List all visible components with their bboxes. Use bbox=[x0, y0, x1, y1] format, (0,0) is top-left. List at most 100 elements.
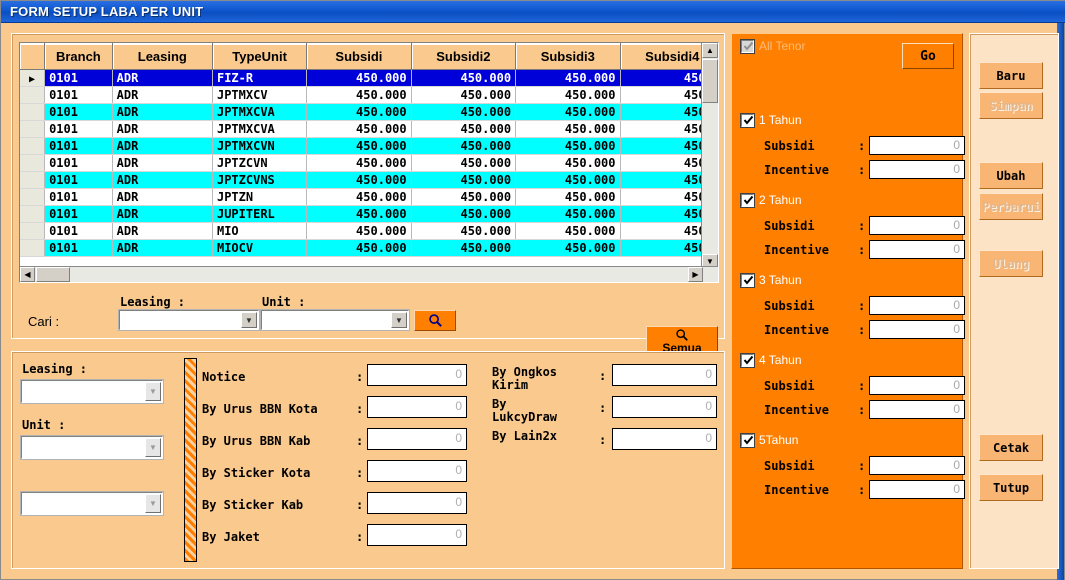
search-unit-dropdown[interactable]: ▼ bbox=[260, 309, 410, 331]
row-selector-cell[interactable] bbox=[20, 103, 46, 121]
tenor-colon: : bbox=[858, 163, 866, 177]
field-input[interactable]: 0 bbox=[612, 364, 717, 386]
row-selector-cell[interactable] bbox=[20, 137, 46, 155]
scroll-up-icon[interactable]: ▲ bbox=[702, 43, 718, 58]
field-input[interactable]: 0 bbox=[367, 524, 467, 546]
field-input[interactable]: 0 bbox=[367, 460, 467, 482]
window-title-bar: FORM SETUP LABA PER UNIT bbox=[1, 1, 1065, 23]
table-row[interactable]: 0101ADRJPTZCVNS450.000450.000450.000450.… bbox=[20, 171, 718, 189]
scroll-left-icon[interactable]: ◀ bbox=[20, 267, 35, 282]
tenor-checkbox[interactable] bbox=[740, 193, 755, 208]
grid-header-typeunit[interactable]: TypeUnit bbox=[212, 43, 308, 70]
grid-horizontal-scrollbar[interactable]: ◀ ▶ bbox=[20, 266, 718, 282]
field-input[interactable]: 0 bbox=[367, 428, 467, 450]
chevron-down-icon[interactable]: ▼ bbox=[145, 438, 161, 457]
tenor-colon: : bbox=[858, 299, 866, 313]
tenor-subsidi-input[interactable]: 0 bbox=[869, 456, 965, 475]
row-selector-cell[interactable] bbox=[20, 222, 46, 240]
table-row[interactable]: ▶0101ADRFIZ-R450.000450.000450.000450.0 bbox=[20, 69, 718, 87]
check-icon bbox=[743, 115, 754, 125]
tenor-label: 2 Tahun bbox=[759, 193, 802, 207]
cell-typeunit: JPTMXCVA bbox=[212, 120, 308, 138]
tenor-incentive-input[interactable]: 0 bbox=[869, 160, 965, 179]
field-input[interactable]: 0 bbox=[367, 364, 467, 386]
cell-s1: 450.000 bbox=[306, 103, 412, 121]
cell-branch: 0101 bbox=[44, 171, 113, 189]
tutup-button[interactable]: Tutup bbox=[979, 474, 1043, 501]
row-selector-cell[interactable] bbox=[20, 188, 46, 206]
table-row[interactable]: 0101ADRJPTZCVN450.000450.000450.000450.0 bbox=[20, 154, 718, 172]
row-selector-cell[interactable] bbox=[20, 86, 46, 104]
cell-typeunit: JPTMXCVN bbox=[212, 137, 308, 155]
field-label: By Urus BBN Kota bbox=[202, 402, 318, 416]
row-selector-cell[interactable] bbox=[20, 154, 46, 172]
table-row[interactable]: 0101ADRJPTMXCVN450.000450.000450.000450.… bbox=[20, 137, 718, 155]
tenor-incentive-input[interactable]: 0 bbox=[869, 240, 965, 259]
detail-extra-dropdown[interactable]: ▼ bbox=[20, 491, 164, 516]
table-row[interactable]: 0101ADRMIOCV450.000450.000450.000450.0 bbox=[20, 239, 718, 257]
magnifier-icon bbox=[428, 314, 442, 327]
vertical-scroll-thumb[interactable] bbox=[702, 59, 718, 103]
all-tenor-checkbox[interactable] bbox=[740, 39, 755, 54]
chevron-down-icon[interactable]: ▼ bbox=[145, 494, 161, 513]
detail-leasing-dropdown[interactable]: ▼ bbox=[20, 379, 164, 404]
chevron-down-icon[interactable]: ▼ bbox=[145, 382, 161, 401]
horizontal-scroll-thumb[interactable] bbox=[36, 267, 70, 282]
tenor-incentive-input[interactable]: 0 bbox=[869, 320, 965, 339]
row-selector-cell[interactable]: ▶ bbox=[20, 69, 46, 87]
tenor-subsidi-input[interactable]: 0 bbox=[869, 296, 965, 315]
tenor-incentive-value: 0 bbox=[953, 402, 960, 416]
tenor-checkbox[interactable] bbox=[740, 433, 755, 448]
scroll-right-icon[interactable]: ▶ bbox=[688, 267, 703, 282]
field-colon: : bbox=[356, 402, 364, 416]
grid-header-subsidi3[interactable]: Subsidi3 bbox=[515, 43, 621, 70]
tenor-subsidi-input[interactable]: 0 bbox=[869, 216, 965, 235]
search-button[interactable] bbox=[414, 310, 456, 331]
cell-branch: 0101 bbox=[44, 103, 113, 121]
search-leasing-dropdown[interactable]: ▼ bbox=[118, 309, 260, 331]
go-button[interactable]: Go bbox=[902, 43, 954, 69]
cell-s3: 450.000 bbox=[515, 239, 621, 257]
table-row[interactable]: 0101ADRJPTZN450.000450.000450.000450.0 bbox=[20, 188, 718, 206]
tenor-incentive-input[interactable]: 0 bbox=[869, 400, 965, 419]
tenor-checkbox[interactable] bbox=[740, 273, 755, 288]
chevron-down-icon[interactable]: ▼ bbox=[241, 312, 257, 328]
tenor-checkbox[interactable] bbox=[740, 113, 755, 128]
chevron-down-icon[interactable]: ▼ bbox=[391, 312, 407, 328]
detail-form-panel: Leasing : ▼ Unit : ▼ ▼ Notice: 0 By Urus B… bbox=[11, 351, 725, 569]
grid-header-subsidi[interactable]: Subsidi bbox=[306, 43, 412, 70]
field-input[interactable]: 0 bbox=[367, 492, 467, 514]
ubah-button[interactable]: Ubah bbox=[979, 162, 1043, 189]
table-row[interactable]: 0101ADRJPTMXCV450.000450.000450.000450.0 bbox=[20, 86, 718, 104]
row-marker-icon: ▶ bbox=[29, 74, 36, 85]
data-grid-container[interactable]: Branch Leasing TypeUnit Subsidi Subsidi2… bbox=[19, 42, 719, 283]
grid-vertical-scrollbar[interactable]: ▲ ▼ bbox=[701, 43, 718, 269]
table-row[interactable]: 0101ADRJUPITERL450.000450.000450.000450.… bbox=[20, 205, 718, 223]
table-row[interactable]: 0101ADRJPTMXCVA450.000450.000450.000450.… bbox=[20, 120, 718, 138]
grid-header-leasing[interactable]: Leasing bbox=[112, 43, 213, 70]
tenor-subsidi-input[interactable]: 0 bbox=[869, 136, 965, 155]
detail-unit-dropdown[interactable]: ▼ bbox=[20, 435, 164, 460]
tenor-checkbox[interactable] bbox=[740, 353, 755, 368]
cell-leasing: ADR bbox=[112, 103, 213, 121]
tenor-incentive-input[interactable]: 0 bbox=[869, 480, 965, 499]
tenor-subsidi-input[interactable]: 0 bbox=[869, 376, 965, 395]
cetak-button[interactable]: Cetak bbox=[979, 434, 1043, 461]
field-input[interactable]: 0 bbox=[612, 396, 717, 418]
table-row[interactable]: 0101ADRJPTMXCVA450.000450.000450.000450.… bbox=[20, 103, 718, 121]
row-selector-cell[interactable] bbox=[20, 205, 46, 223]
row-selector-cell[interactable] bbox=[20, 120, 46, 138]
field-input[interactable]: 0 bbox=[612, 428, 717, 450]
field-value: 0 bbox=[455, 463, 462, 477]
check-icon bbox=[743, 355, 754, 365]
field-value: 0 bbox=[455, 527, 462, 541]
grid-header-subsidi2[interactable]: Subsidi2 bbox=[411, 43, 517, 70]
row-selector-cell[interactable] bbox=[20, 171, 46, 189]
cell-s1: 450.000 bbox=[306, 86, 412, 104]
grid-header-branch[interactable]: Branch bbox=[44, 43, 113, 70]
field-input[interactable]: 0 bbox=[367, 396, 467, 418]
row-selector-cell[interactable] bbox=[20, 239, 46, 257]
cell-typeunit: JPTMXCV bbox=[212, 86, 308, 104]
baru-button[interactable]: Baru bbox=[979, 62, 1043, 89]
table-row[interactable]: 0101ADRMIO450.000450.000450.000450.0 bbox=[20, 222, 718, 240]
